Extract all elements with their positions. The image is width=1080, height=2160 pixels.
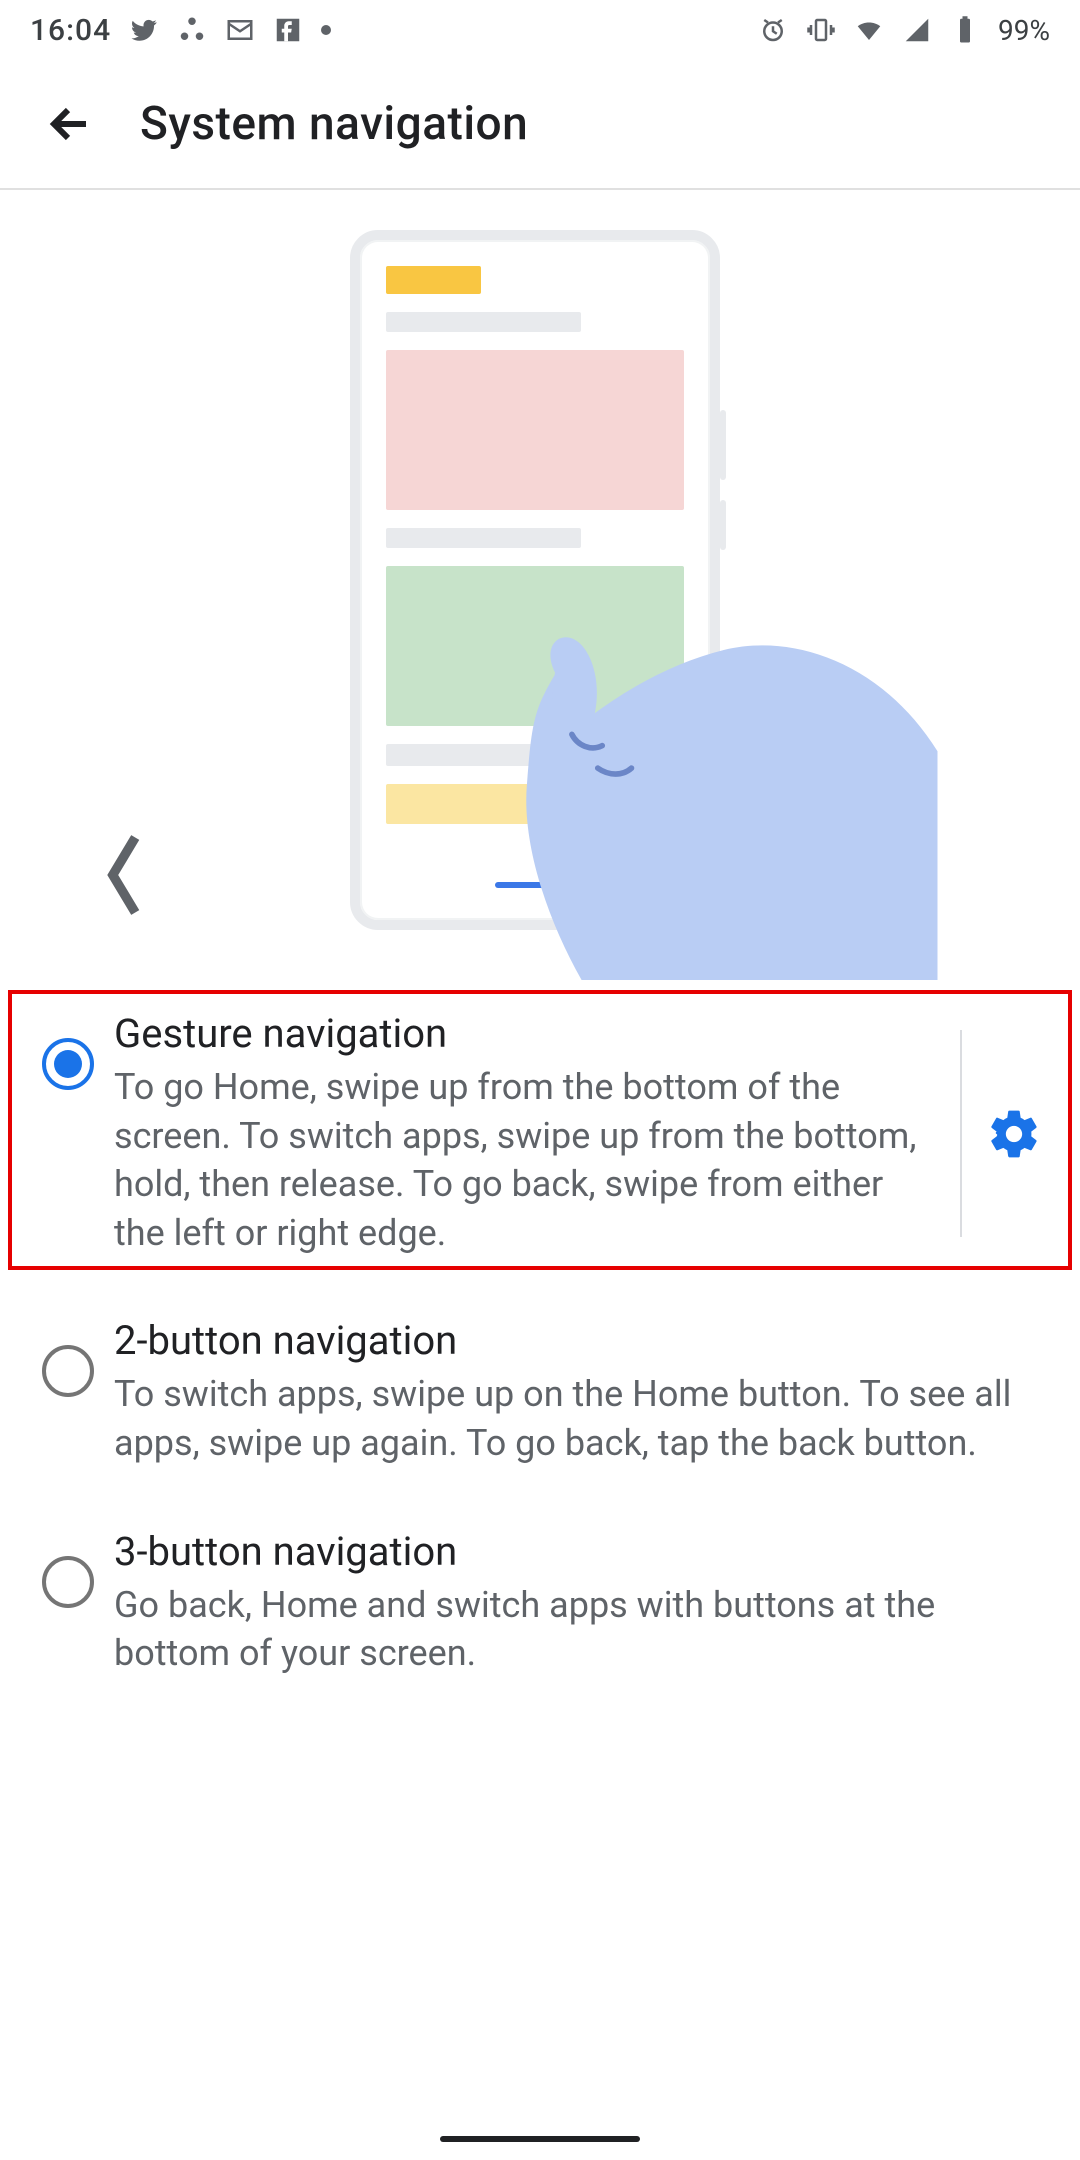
notification-dot-icon [321,25,331,35]
navigation-illustration [0,190,1080,980]
option-gesture-navigation[interactable]: Gesture navigation To go Home, swipe up … [0,980,1080,1287]
option-title: 2-button navigation [114,1317,1040,1364]
gear-icon [986,1106,1042,1162]
radio-two-button-navigation[interactable] [42,1345,94,1397]
phone-side-button [720,500,726,550]
option-text: 2-button navigation To switch apps, swip… [114,1317,1050,1467]
screen-block [386,528,581,548]
chevron-left-icon [100,830,148,924]
option-divider [960,1030,962,1237]
option-title: 3-button navigation [114,1528,1040,1575]
share-dots-icon [177,15,207,45]
option-title: Gesture navigation [114,1010,942,1057]
hand-icon [510,560,960,980]
radio-three-button-navigation[interactable] [42,1556,94,1608]
alarm-icon [758,15,788,45]
mail-icon [225,15,255,45]
system-gesture-bar[interactable] [440,2136,640,2142]
option-two-button-navigation[interactable]: 2-button navigation To switch apps, swip… [0,1287,1080,1497]
radio-gesture-navigation[interactable] [42,1038,94,1090]
app-bar: System navigation [0,60,1080,190]
screen-block [386,350,684,510]
status-time: 16:04 [30,13,111,48]
option-three-button-navigation[interactable]: 3-button navigation Go back, Home and sw… [0,1498,1080,1708]
vibrate-icon [806,15,836,45]
back-button[interactable] [40,94,100,154]
arrow-left-icon [46,100,94,148]
navigation-options-list: Gesture navigation To go Home, swipe up … [0,980,1080,1708]
phone-side-button [720,410,726,480]
battery-percent: 99% [998,14,1050,47]
status-bar-left: 16:04 [30,13,331,48]
option-description: To go Home, swipe up from the bottom of … [114,1063,942,1257]
status-bar-right: 99% [758,14,1050,47]
gesture-settings-button[interactable] [978,1098,1050,1170]
screen-block [386,312,581,332]
screen-block [386,266,481,294]
status-bar: 16:04 99% [0,0,1080,60]
option-description: Go back, Home and switch apps with butto… [114,1581,1040,1678]
option-text: 3-button navigation Go back, Home and sw… [114,1528,1050,1678]
facebook-icon [273,15,303,45]
cellular-icon [902,15,932,45]
wifi-icon [854,15,884,45]
illustration-hand [510,560,960,980]
option-description: To switch apps, swipe up on the Home but… [114,1370,1040,1467]
option-text: Gesture navigation To go Home, swipe up … [114,1010,952,1257]
battery-icon [950,15,980,45]
page-title: System navigation [140,97,528,151]
twitter-icon [129,15,159,45]
